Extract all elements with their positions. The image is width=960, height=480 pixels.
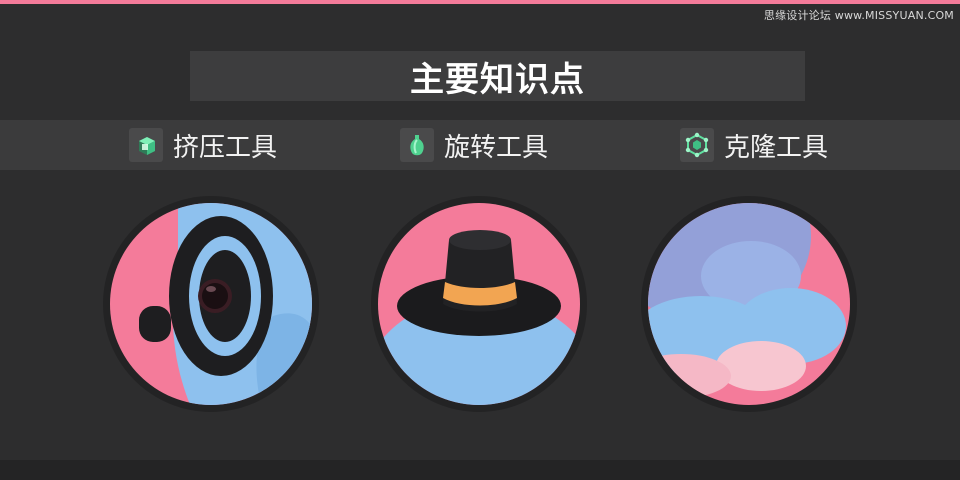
extrude-cube-icon <box>129 128 163 162</box>
cloner-spheres-illustration <box>641 196 857 412</box>
tools-band: 挤压工具 旋转工具 克隆工具 <box>0 120 960 170</box>
tool-cloner: 克隆工具 <box>680 120 828 170</box>
title-banner: 主要知识点 <box>190 51 805 101</box>
lathe-vase-icon <box>400 128 434 162</box>
cloner-icon <box>680 128 714 162</box>
page-title: 主要知识点 <box>410 59 585 100</box>
extrude-illustration <box>103 196 319 412</box>
tool-extrude: 挤压工具 <box>129 120 277 170</box>
lathe-hat-illustration <box>371 196 587 412</box>
tool-extrude-label: 挤压工具 <box>173 132 278 163</box>
bottom-band <box>0 460 960 480</box>
watermark-text: 思缘设计论坛 www.MISSYUAN.COM <box>763 9 954 22</box>
top-accent-stripe <box>0 0 960 4</box>
tool-cloner-label: 克隆工具 <box>724 132 829 163</box>
tool-lathe: 旋转工具 <box>400 120 548 170</box>
tool-lathe-label: 旋转工具 <box>444 132 549 163</box>
